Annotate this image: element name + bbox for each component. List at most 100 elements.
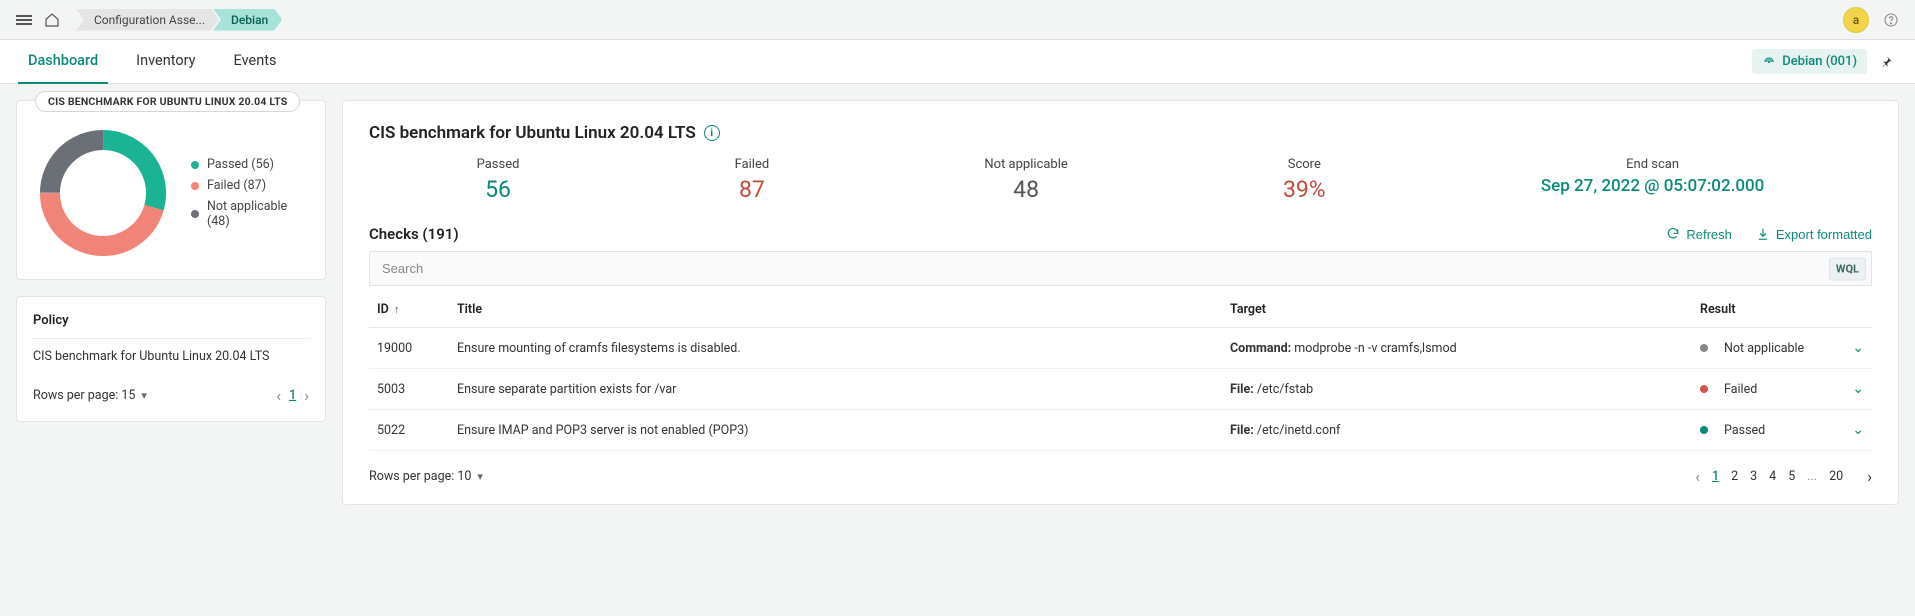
page-number-current[interactable]: 1 xyxy=(289,388,296,403)
policy-card: Policy CIS benchmark for Ubuntu Linux 20… xyxy=(16,296,326,422)
expand-row-button[interactable]: ⌄ xyxy=(1852,340,1864,356)
checks-table: ID ↑ Title Target Result 19000Ensure mou… xyxy=(369,292,1872,451)
legend-label: Not applicable (48) xyxy=(207,199,309,229)
result-text: Failed xyxy=(1724,382,1757,397)
table-row[interactable]: 5003Ensure separate partition exists for… xyxy=(369,369,1872,410)
col-title[interactable]: Title xyxy=(449,292,1222,328)
table-row[interactable]: 5022Ensure IMAP and POP3 server is not e… xyxy=(369,410,1872,451)
next-page-button[interactable]: › xyxy=(1867,467,1872,486)
tab-events[interactable]: Events xyxy=(224,40,287,84)
cell-target: File: /etc/inetd.conf xyxy=(1222,410,1692,451)
prev-page-button[interactable]: ‹ xyxy=(276,386,281,405)
rows-per-page-select[interactable]: Rows per page: 15 ▾ xyxy=(33,388,147,403)
stat-value: 39% xyxy=(1283,176,1326,203)
col-id[interactable]: ID ↑ xyxy=(369,292,449,328)
stat-value: Sep 27, 2022 @ 05:07:02.000 xyxy=(1541,176,1765,196)
pager-ellipsis: ... xyxy=(1807,469,1817,484)
stat-passed: Passed 56 xyxy=(477,157,520,203)
home-button[interactable] xyxy=(38,6,66,34)
donut-title-badge: CIS BENCHMARK FOR UBUNTU LINUX 20.04 LTS xyxy=(35,91,300,112)
policy-pager: ‹ 1 › xyxy=(276,386,309,405)
benchmark-title: CIS benchmark for Ubuntu Linux 20.04 LTS xyxy=(369,123,696,143)
page-number[interactable]: 5 xyxy=(1788,469,1795,484)
breadcrumb: Configuration Asse... Debian xyxy=(76,9,276,31)
cell-result: Not applicable xyxy=(1692,328,1832,369)
stat-label: Not applicable xyxy=(984,157,1067,172)
agent-chip[interactable]: Debian (001) xyxy=(1752,49,1867,74)
pin-button[interactable] xyxy=(1875,51,1897,73)
divider xyxy=(31,338,311,339)
cell-title: Ensure separate partition exists for /va… xyxy=(449,369,1222,410)
stat-value: 87 xyxy=(735,176,770,203)
search-input[interactable] xyxy=(369,251,1872,286)
stats-row: Passed 56 Failed 87 Not applicable 48 Sc… xyxy=(369,157,1872,203)
breadcrumb-item[interactable]: Configuration Asse... xyxy=(76,9,219,31)
col-id-label: ID xyxy=(377,302,389,317)
refresh-icon xyxy=(1666,227,1680,241)
next-page-button[interactable]: › xyxy=(304,386,309,405)
col-target[interactable]: Target xyxy=(1222,292,1692,328)
stat-failed: Failed 87 xyxy=(735,157,770,203)
table-row[interactable]: 19000Ensure mounting of cramfs filesyste… xyxy=(369,328,1872,369)
donut-card: CIS BENCHMARK FOR UBUNTU LINUX 20.04 LTS… xyxy=(16,100,326,280)
page-number[interactable]: 2 xyxy=(1731,469,1738,484)
col-result[interactable]: Result xyxy=(1692,292,1832,328)
stat-score: Score 39% xyxy=(1283,157,1326,203)
breadcrumb-item-active[interactable]: Debian xyxy=(213,9,282,31)
cell-title: Ensure IMAP and POP3 server is not enabl… xyxy=(449,410,1222,451)
expand-row-button[interactable]: ⌄ xyxy=(1852,381,1864,397)
topbar: Configuration Asse... Debian a xyxy=(0,0,1915,40)
expand-row-button[interactable]: ⌄ xyxy=(1852,422,1864,438)
help-button[interactable] xyxy=(1877,6,1905,34)
refresh-button[interactable]: Refresh xyxy=(1666,227,1732,242)
chevron-down-icon: ▾ xyxy=(141,389,147,402)
cell-title: Ensure mounting of cramfs filesystems is… xyxy=(449,328,1222,369)
page-number[interactable]: 20 xyxy=(1829,469,1843,484)
cell-id: 5022 xyxy=(369,410,449,451)
page-number[interactable]: 3 xyxy=(1750,469,1757,484)
chevron-down-icon: ▾ xyxy=(477,470,483,483)
stat-label: End scan xyxy=(1541,157,1765,172)
prev-page-button[interactable]: ‹ xyxy=(1695,467,1700,486)
home-icon xyxy=(43,11,61,29)
result-text: Not applicable xyxy=(1724,341,1804,356)
stat-endscan: End scan Sep 27, 2022 @ 05:07:02.000 xyxy=(1541,157,1765,203)
cell-result: Passed xyxy=(1692,410,1832,451)
tab-inventory[interactable]: Inventory xyxy=(126,40,205,84)
sort-asc-icon: ↑ xyxy=(394,303,400,316)
legend-passed[interactable]: Passed (56) xyxy=(191,157,309,172)
status-dot-icon xyxy=(1700,385,1708,393)
checks-pager: ‹ 12345... 20 › xyxy=(1695,467,1872,486)
status-dot-icon xyxy=(1700,344,1708,352)
hamburger-icon xyxy=(16,13,32,27)
signal-icon xyxy=(1762,55,1776,69)
pin-icon xyxy=(1879,55,1893,69)
sidebar: CIS BENCHMARK FOR UBUNTU LINUX 20.04 LTS… xyxy=(16,100,326,422)
legend-failed[interactable]: Failed (87) xyxy=(191,178,309,193)
policy-name[interactable]: CIS benchmark for Ubuntu Linux 20.04 LTS xyxy=(33,349,309,364)
download-icon xyxy=(1756,227,1770,241)
dot-icon xyxy=(191,182,199,190)
export-button[interactable]: Export formatted xyxy=(1756,227,1872,242)
dot-icon xyxy=(191,161,199,169)
checks-heading: Checks (191) xyxy=(369,225,459,243)
result-text: Passed xyxy=(1724,423,1765,438)
menu-button[interactable] xyxy=(10,6,38,34)
main: CIS BENCHMARK FOR UBUNTU LINUX 20.04 LTS… xyxy=(0,84,1915,521)
cell-id: 19000 xyxy=(369,328,449,369)
legend-na[interactable]: Not applicable (48) xyxy=(191,199,309,229)
page-number[interactable]: 4 xyxy=(1769,469,1776,484)
dot-icon xyxy=(191,210,199,218)
wql-chip[interactable]: WQL xyxy=(1829,257,1866,280)
rows-per-page-select[interactable]: Rows per page: 10 ▾ xyxy=(369,469,483,484)
avatar[interactable]: a xyxy=(1843,7,1869,33)
cell-id: 5003 xyxy=(369,369,449,410)
info-icon[interactable]: i xyxy=(704,125,720,141)
cell-target: File: /etc/fstab xyxy=(1222,369,1692,410)
status-dot-icon xyxy=(1700,426,1708,434)
refresh-label: Refresh xyxy=(1686,227,1732,242)
tab-dashboard[interactable]: Dashboard xyxy=(18,40,108,84)
page-number[interactable]: 1 xyxy=(1712,469,1719,484)
stat-value: 48 xyxy=(984,176,1067,203)
stat-value: 56 xyxy=(477,176,520,203)
